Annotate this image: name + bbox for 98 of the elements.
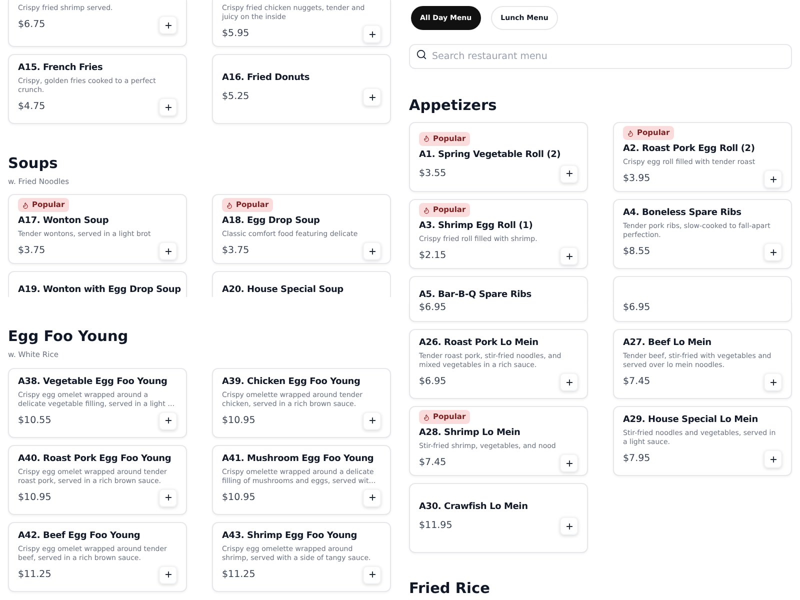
plus-icon	[564, 252, 574, 260]
add-button[interactable]	[363, 88, 381, 106]
item-title: A30. Crawfish Lo Mein	[419, 501, 529, 514]
item-price: $10.95	[18, 492, 52, 504]
plus-icon	[164, 20, 172, 30]
item-price: $7.45	[623, 376, 650, 388]
plus-icon	[368, 493, 376, 502]
item-price: $4.75	[18, 101, 46, 113]
add-button[interactable]	[159, 242, 177, 260]
add-button[interactable]	[764, 450, 782, 468]
flame-icon	[22, 202, 29, 209]
plus-icon	[768, 378, 778, 386]
add-button[interactable]	[764, 170, 782, 188]
plus-icon	[368, 92, 376, 102]
add-button[interactable]	[159, 412, 177, 430]
add-button[interactable]	[560, 247, 578, 265]
item-price: $10.95	[222, 492, 256, 504]
item-title: A5. Bar-B-Q Spare Ribs	[419, 289, 532, 302]
section-heading: Appetizers	[409, 97, 498, 115]
item-price: $5.25	[222, 91, 250, 103]
plus-icon	[564, 169, 574, 178]
item-price: $11.25	[18, 568, 52, 580]
add-button[interactable]	[363, 25, 381, 43]
add-button[interactable]	[764, 373, 782, 391]
flame-icon	[423, 206, 430, 214]
plus-icon	[164, 493, 172, 502]
item-price: $6.75	[18, 19, 46, 31]
item-price: $2.15	[419, 250, 446, 262]
item-price: $10.55	[18, 414, 52, 426]
item-price: $6.95	[419, 302, 446, 314]
item-title: A2. Roast Pork Egg Roll (2)	[623, 143, 756, 156]
add-button[interactable]	[560, 517, 578, 535]
add-button[interactable]	[764, 243, 782, 261]
plus-icon	[368, 416, 376, 425]
item-title: A41. Mushroom Egg Foo Young	[222, 452, 375, 466]
section-heading: Soups	[8, 155, 59, 173]
section-heading: Fried Rice	[409, 580, 491, 598]
add-button[interactable]	[159, 566, 177, 584]
item-price: $3.75	[18, 245, 46, 258]
plus-icon	[164, 570, 172, 579]
search-icon	[416, 49, 427, 60]
item-price: $11.95	[419, 520, 452, 532]
item-title: A42. Beef Egg Foo Young	[18, 530, 142, 542]
plus-icon	[164, 416, 172, 425]
plus-icon	[368, 30, 376, 38]
item-title: A16. Fried Donuts	[222, 72, 311, 85]
add-button[interactable]	[560, 373, 578, 391]
plus-icon	[768, 248, 778, 256]
search-field[interactable]: Search restaurant menu	[409, 44, 792, 69]
plus-icon	[368, 570, 376, 579]
add-button[interactable]	[159, 16, 177, 34]
plus-icon	[564, 458, 574, 468]
item-title: A20. House Special Soup	[222, 284, 344, 298]
item-title: A40. Roast Pork Egg Foo Young	[18, 452, 172, 466]
item-price: $3.55	[419, 168, 446, 180]
item-title: A39. Chicken Egg Foo Young	[222, 376, 362, 388]
item-price: $8.55	[623, 246, 650, 258]
item-price: $7.45	[419, 457, 446, 469]
plus-icon	[164, 246, 172, 256]
item-title: A1. Spring Vegetable Roll (2)	[419, 148, 562, 162]
flame-icon	[226, 202, 233, 209]
item-price: $11.25	[222, 568, 256, 580]
item-title: A29. House Special Lo Mein	[623, 414, 759, 427]
plus-icon	[368, 246, 376, 256]
item-title: A28. Shrimp Lo Mein	[419, 427, 522, 440]
item-title: A18. Egg Drop Soup	[222, 215, 321, 228]
item-price: $5.95	[222, 28, 250, 40]
item-price: $10.95	[222, 414, 256, 426]
plus-icon	[564, 378, 574, 386]
item-title: A17. Wonton Soup	[18, 215, 110, 228]
plus-icon	[564, 522, 574, 530]
item-title: A3. Shrimp Egg Roll (1)	[419, 220, 534, 233]
item-title: A26. Roast Pork Lo Mein	[419, 337, 540, 350]
add-button[interactable]	[560, 164, 578, 182]
section-heading: Egg Foo Young	[8, 328, 130, 346]
add-button[interactable]	[363, 412, 381, 430]
flame-icon	[627, 130, 634, 136]
item-price: $6.95	[419, 376, 446, 388]
add-button[interactable]	[363, 242, 381, 260]
plus-icon	[768, 454, 778, 464]
item-title: A43. Shrimp Egg Foo Young	[222, 530, 358, 542]
add-button[interactable]	[363, 488, 381, 506]
add-button[interactable]	[363, 566, 381, 584]
item-title: A27. Beef Lo Mein	[623, 337, 712, 350]
add-button[interactable]	[159, 98, 177, 116]
item-price: $3.95	[623, 173, 650, 185]
item-price: $3.75	[222, 245, 250, 258]
item-price: $7.95	[623, 453, 650, 465]
add-button[interactable]	[159, 488, 177, 506]
add-button[interactable]	[560, 454, 578, 472]
plus-icon	[164, 102, 172, 112]
item-title: A15. French Fries	[18, 62, 104, 75]
flame-icon	[423, 135, 430, 142]
item-title: A38. Vegetable Egg Foo Young	[18, 376, 168, 388]
item-price: $6.95	[623, 302, 650, 314]
flame-icon	[423, 414, 430, 420]
plus-icon	[768, 174, 778, 184]
item-title: A4. Boneless Spare Ribs	[623, 207, 742, 220]
